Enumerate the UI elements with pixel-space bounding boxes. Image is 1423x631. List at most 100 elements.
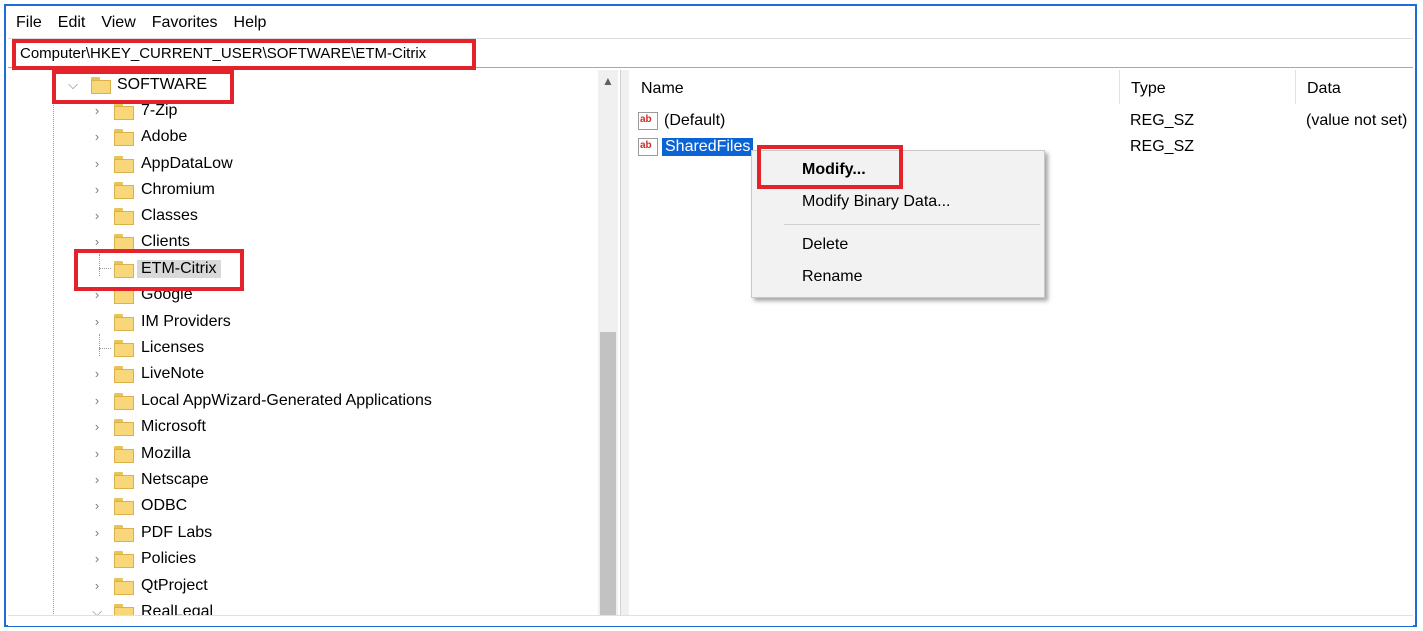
string-value-icon: ab <box>638 138 658 156</box>
chevron-right-icon[interactable]: › <box>90 104 104 118</box>
tree-item[interactable]: Licenses <box>8 336 598 362</box>
tree-item[interactable]: › Classes <box>8 204 598 230</box>
folder-icon <box>114 314 134 331</box>
chevron-down-icon[interactable]: ⌵ <box>90 605 104 616</box>
chevron-right-icon[interactable]: › <box>90 552 104 566</box>
folder-icon <box>114 103 134 120</box>
tree-item[interactable]: › Policies <box>8 547 598 573</box>
tree-item[interactable]: › Google <box>8 283 598 309</box>
tree-scrollbar[interactable]: ▲ <box>598 70 618 615</box>
chevron-right-icon[interactable]: › <box>90 315 104 329</box>
folder-icon <box>114 261 134 278</box>
address-path[interactable]: Computer\HKEY_CURRENT_USER\SOFTWARE\ETM-… <box>20 45 426 62</box>
string-value-icon: ab <box>638 112 658 130</box>
tree-item-label: PDF Labs <box>141 524 213 541</box>
chevron-right-icon[interactable]: › <box>90 447 104 461</box>
value-name: SharedFiles <box>662 138 754 156</box>
folder-icon <box>114 446 134 463</box>
key-tree: ⌵ SOFTWARE › 7-Zip › Adobe › AppDataLow … <box>8 70 620 615</box>
tree-item-label: SOFTWARE <box>117 76 208 93</box>
chevron-right-icon[interactable]: › <box>90 394 104 408</box>
folder-icon <box>114 472 134 489</box>
folder-icon <box>114 366 134 383</box>
menu-separator <box>784 224 1040 225</box>
folder-icon <box>114 208 134 225</box>
tree-item[interactable]: › Local AppWizard-Generated Applications <box>8 389 598 415</box>
column-divider[interactable] <box>1119 70 1120 104</box>
tree-item-label: LiveNote <box>141 365 205 382</box>
folder-icon <box>114 419 134 436</box>
chevron-right-icon[interactable]: › <box>90 288 104 302</box>
tree-item[interactable]: › Adobe <box>8 125 598 151</box>
folder-icon <box>114 156 134 173</box>
tree-item-label: QtProject <box>141 577 208 594</box>
menu-view[interactable]: View <box>93 10 143 36</box>
tree-item-label: Licenses <box>141 339 205 356</box>
menu-help[interactable]: Help <box>226 10 275 36</box>
chevron-right-icon[interactable]: › <box>90 420 104 434</box>
menu-item-modify[interactable]: Modify... <box>802 161 866 179</box>
tree-item-label: Google <box>141 286 193 303</box>
tree-item-label: Adobe <box>141 128 188 145</box>
folder-icon <box>114 578 134 595</box>
tree-item[interactable]: › PDF Labs <box>8 521 598 547</box>
menu-bar: File Edit View Favorites Help <box>12 10 274 36</box>
chevron-right-icon[interactable]: › <box>90 130 104 144</box>
tree-item[interactable]: › QtProject <box>8 574 598 600</box>
address-bar[interactable]: Computer\HKEY_CURRENT_USER\SOFTWARE\ETM-… <box>8 38 1413 68</box>
menu-item-delete[interactable]: Delete <box>802 236 848 254</box>
chevron-right-icon[interactable]: › <box>90 473 104 487</box>
tree-item[interactable]: › LiveNote <box>8 362 598 388</box>
menu-favorites[interactable]: Favorites <box>144 10 226 36</box>
chevron-right-icon[interactable]: › <box>90 209 104 223</box>
column-header-type[interactable]: Type <box>1131 80 1166 98</box>
tree-item-label: AppDataLow <box>141 155 233 172</box>
tree-item[interactable]: › 7-Zip <box>8 99 598 125</box>
tree-item-label: Classes <box>141 207 198 224</box>
tree-item[interactable]: › Chromium <box>8 178 598 204</box>
chevron-right-icon[interactable]: › <box>90 183 104 197</box>
context-menu: Modify... Modify Binary Data... Delete R… <box>751 150 1045 298</box>
list-item[interactable]: ab (Default) REG_SZ (value not set) <box>628 110 1413 134</box>
chevron-right-icon[interactable]: › <box>90 579 104 593</box>
chevron-down-icon[interactable]: ⌵ <box>66 78 80 92</box>
tree-item[interactable]: › AppDataLow <box>8 152 598 178</box>
tree-item[interactable]: › Microsoft <box>8 415 598 441</box>
tree-item[interactable]: › Netscape <box>8 468 598 494</box>
folder-icon <box>114 393 134 410</box>
chevron-right-icon[interactable]: › <box>90 499 104 513</box>
folder-icon <box>114 498 134 515</box>
column-header-name[interactable]: Name <box>641 80 684 98</box>
menu-item-rename[interactable]: Rename <box>802 268 862 286</box>
column-divider[interactable] <box>1295 70 1296 104</box>
column-header-data[interactable]: Data <box>1307 80 1341 98</box>
status-strip <box>8 615 1413 626</box>
chevron-right-icon[interactable]: › <box>90 367 104 381</box>
tree-item-label: ODBC <box>141 497 188 514</box>
tree-item[interactable]: › Mozilla <box>8 442 598 468</box>
menu-file[interactable]: File <box>12 10 50 36</box>
tree-item-label: Microsoft <box>141 418 206 435</box>
scroll-up-icon[interactable]: ▲ <box>598 74 618 92</box>
folder-icon <box>114 182 134 199</box>
chevron-right-icon[interactable]: › <box>90 157 104 171</box>
tree-item-label: RealLegal <box>141 603 214 615</box>
tree-item-label: Clients <box>141 233 190 250</box>
chevron-right-icon[interactable]: › <box>90 526 104 540</box>
folder-icon <box>114 525 134 542</box>
menu-item-modify-binary-data[interactable]: Modify Binary Data... <box>802 193 951 211</box>
folder-icon <box>114 129 134 146</box>
tree-item[interactable]: › Clients <box>8 230 598 256</box>
chevron-right-icon[interactable]: › <box>90 235 104 249</box>
tree-item-software[interactable]: ⌵ SOFTWARE <box>8 73 598 99</box>
value-type: REG_SZ <box>1130 138 1195 155</box>
tree-item-label: Policies <box>141 550 197 567</box>
menu-edit[interactable]: Edit <box>50 10 94 36</box>
scroll-thumb[interactable] <box>600 332 616 615</box>
tree-item[interactable]: › ODBC <box>8 494 598 520</box>
folder-icon <box>114 604 134 615</box>
value-name: (Default) <box>664 112 726 129</box>
tree-item[interactable]: › IM Providers <box>8 310 598 336</box>
tree-item[interactable]: ⌵ RealLegal <box>8 600 598 615</box>
tree-item-etm-citrix[interactable]: ETM-Citrix <box>8 257 598 283</box>
